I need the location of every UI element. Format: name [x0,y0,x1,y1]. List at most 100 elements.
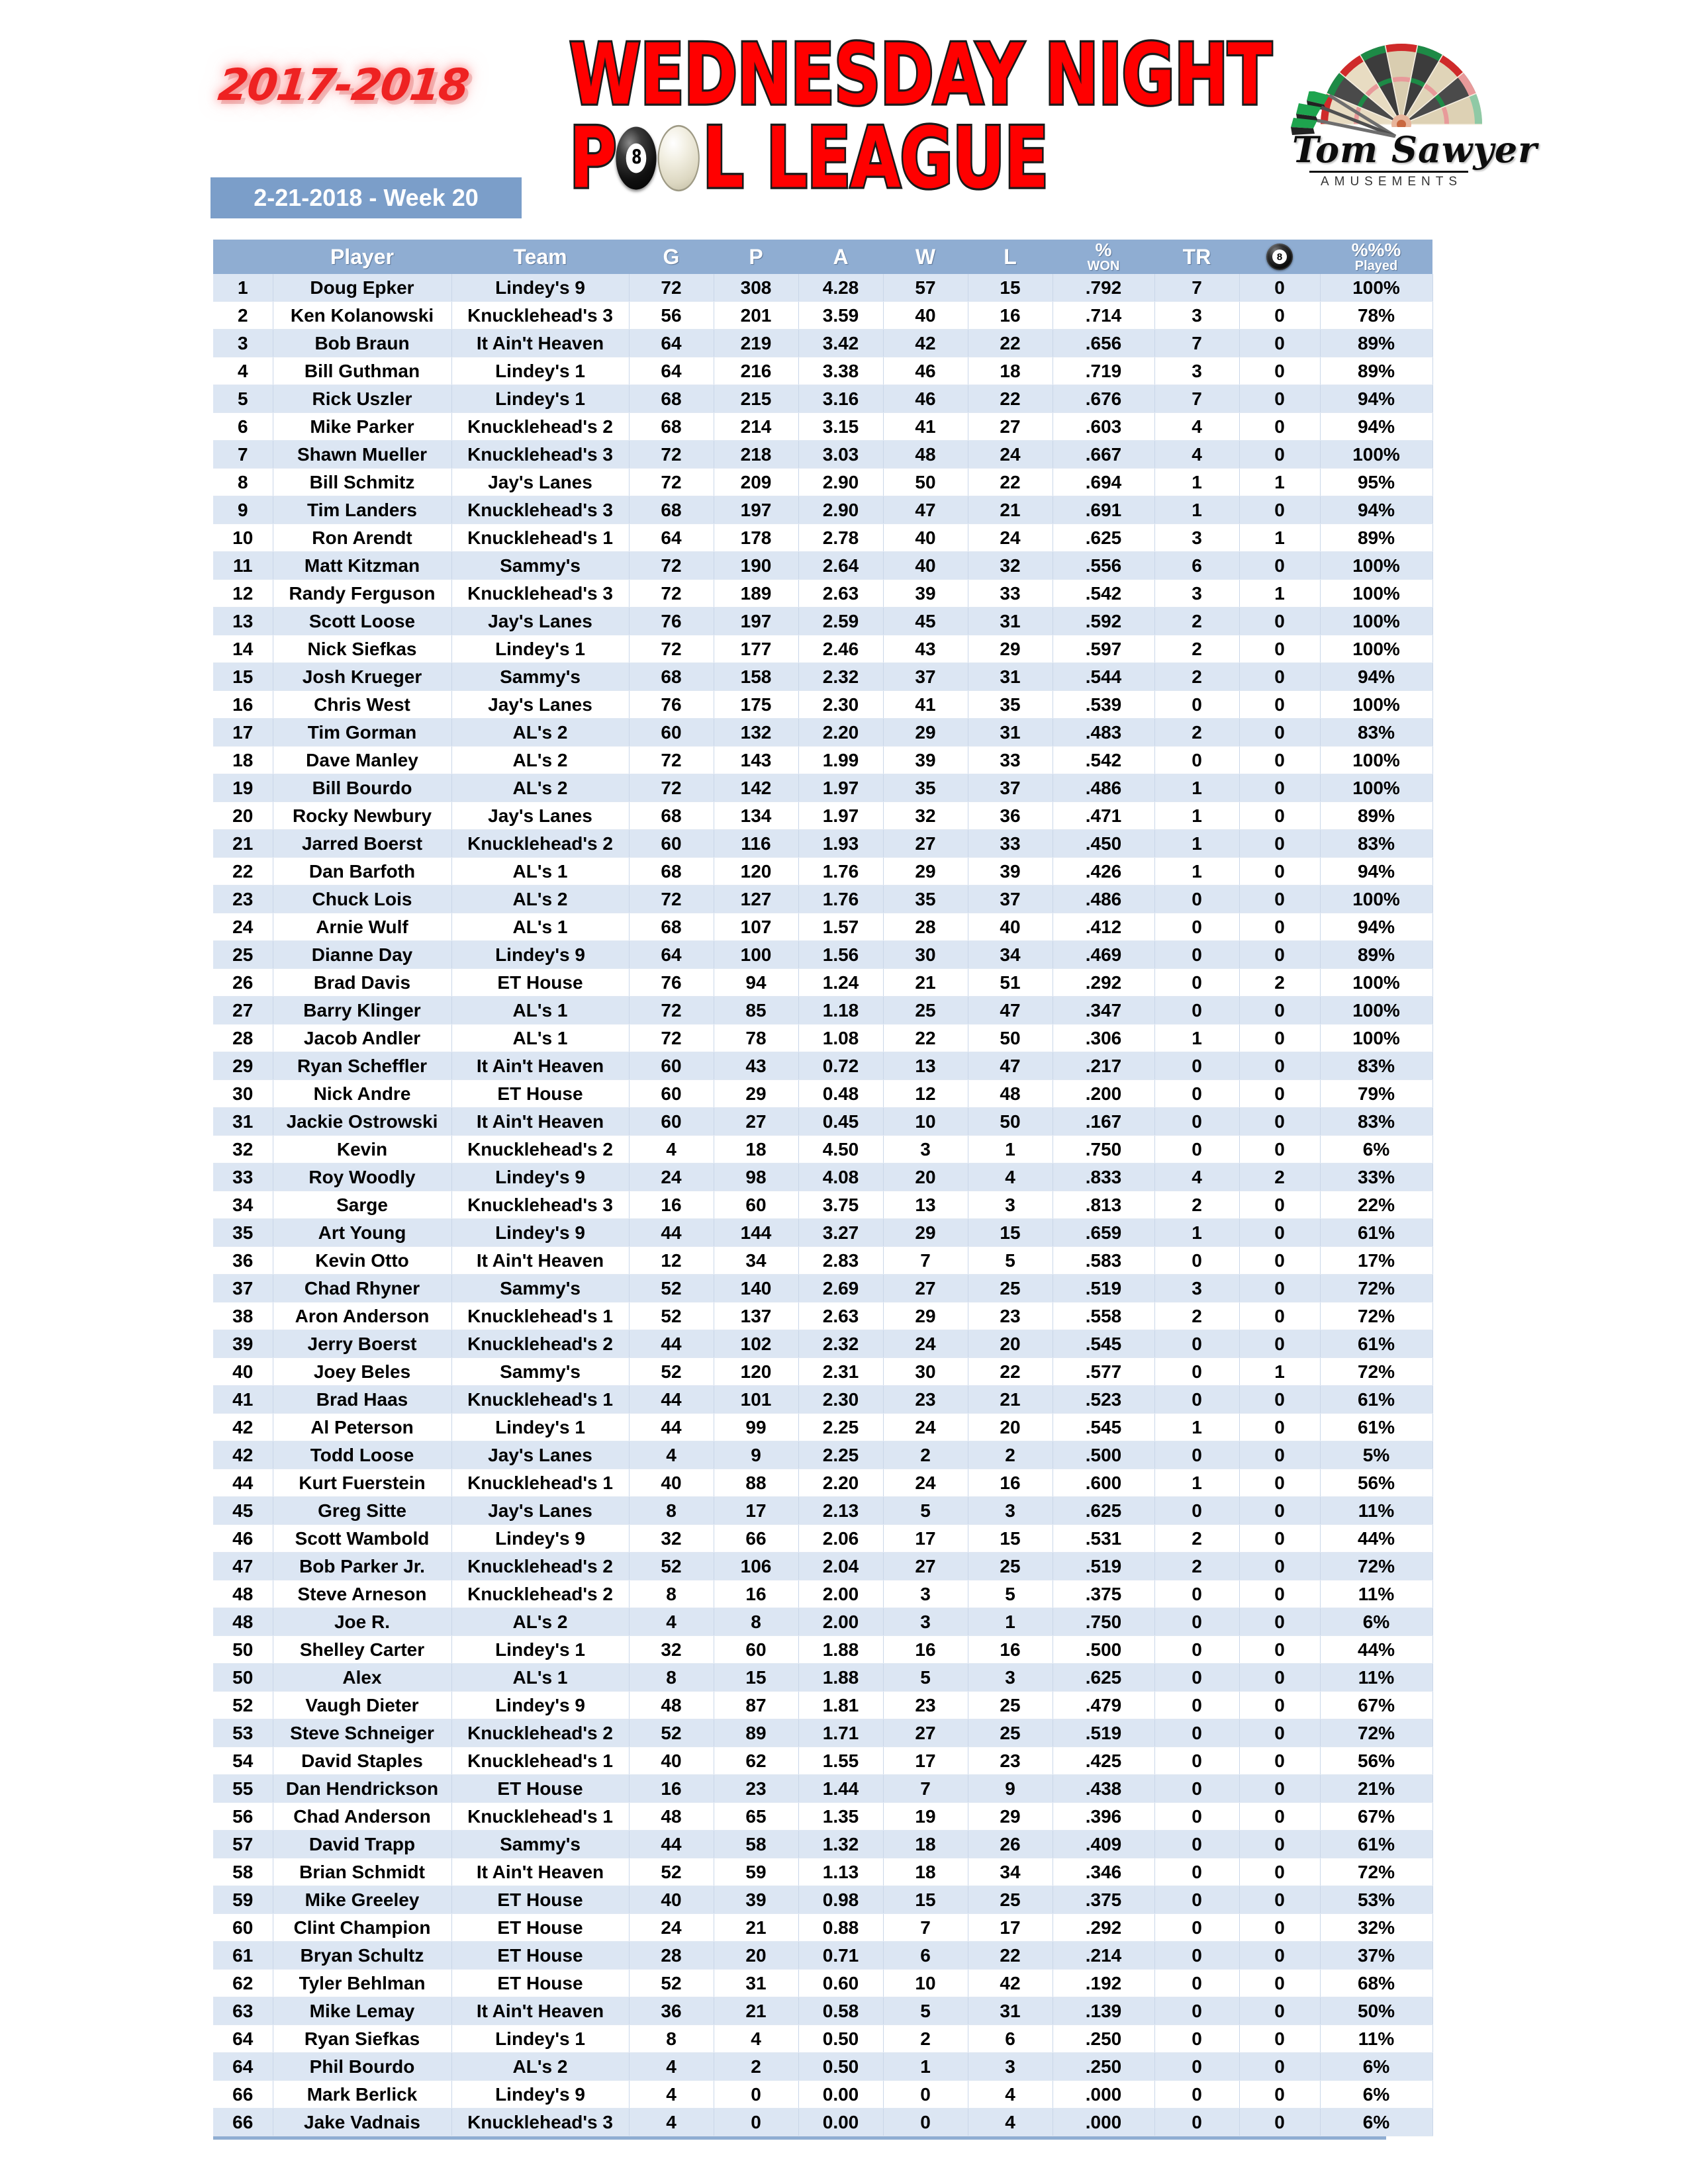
table-row[interactable]: 35 Art Young Lindey's 9 44 144 3.27 29 15.659 1 0… [213,1218,1433,1247]
table-row[interactable]: 41 Brad Haas Knucklehead's 1 44 101 2.30 23 21.… [213,1385,1433,1414]
col-header-eight-ball[interactable] [1239,240,1320,274]
table-row[interactable]: 23 Chuck Lois AL's 2 72 127 1.76 35 37.486 0 0 100… [213,885,1433,913]
table-row[interactable]: 18 Dave Manley AL's 2 72 143 1.99 39 33.542 0 0 10… [213,746,1433,774]
table-row[interactable]: 62 Tyler Behlman ET House 52 31 0.60 10 42.192 0… [213,1969,1433,1997]
table-row[interactable]: 16 Chris West Jay's Lanes 76 175 2.30 41 35.539… [213,690,1433,719]
table-row[interactable]: 54 David Staples Knucklehead's 1 40 62 1.55 17… [213,1747,1433,1775]
col-header-percent-won[interactable]: % WON [1053,240,1154,274]
table-row[interactable]: 45 Greg Sitte Jay's Lanes 8 17 2.13 5 3.625 0 0 11… [213,1496,1433,1525]
cell-games: 52 [629,1552,714,1580]
table-row[interactable]: 12 Randy Ferguson Knucklehead's 3 72 189 2.63… [213,579,1433,608]
col-header-wins[interactable]: W [883,240,968,274]
table-row[interactable]: 27 Barry Klinger AL's 1 72 85 1.18 25 47.347 0 0 1… [213,996,1433,1024]
table-row[interactable]: 25 Dianne Day Lindey's 9 64 100 1.56 30 34.469 0… [213,940,1433,969]
table-row[interactable]: 64 Phil Bourdo AL's 2 4 2 0.50 1 3.250 0 0 6% [213,2052,1433,2081]
table-row[interactable]: 42 Al Peterson Lindey's 1 44 99 2.25 24 20.545 1… [213,1413,1433,1441]
table-row[interactable]: 17 Tim Gorman AL's 2 60 132 2.20 29 31.483 2 0 83% [213,718,1433,747]
cell-points: 39 [714,1886,799,1914]
col-header-games[interactable]: G [629,240,714,274]
table-row[interactable]: 59 Mike Greeley ET House 40 39 0.98 15 25.375 0 0… [213,1886,1433,1914]
cell-percent-won: .200 [1053,1079,1155,1108]
table-row[interactable]: 38 Aron Anderson Knucklehead's 1 52 137 2.63 2… [213,1302,1433,1330]
col-header-team[interactable]: Team [451,240,629,274]
table-row[interactable]: 66 Mark Berlick Lindey's 9 4 0 0.00 0 4.000 0 0 6% [213,2080,1433,2109]
table-row[interactable]: 7 Shawn Mueller Knucklehead's 3 72 218 3.03 48… [213,440,1433,469]
cell-points: 27 [714,1107,799,1136]
table-row[interactable]: 60 Clint Champion ET House 24 21 0.88 7 17.292 0… [213,1913,1433,1942]
title-letter-p: P [567,109,618,208]
table-row[interactable]: 19 Bill Bourdo AL's 2 72 142 1.97 35 37.486 1 0 10… [213,774,1433,802]
table-row[interactable]: 10 Ron Arendt Knucklehead's 1 64 178 2.78 40 24… [213,523,1433,552]
table-row[interactable]: 2 Ken Kolanowski Knucklehead's 3 56 201 3.59 4… [213,301,1433,330]
cell-average: 0.98 [798,1886,884,1914]
table-row[interactable]: 5 Rick Uszler Lindey's 1 68 215 3.16 46 22.676 7… [213,385,1433,413]
table-row[interactable]: 57 David Trapp Sammy's 44 58 1.32 18 26.409 0 0 61… [213,1830,1433,1858]
table-row[interactable]: 48 Steve Arneson Knucklehead's 2 8 16 2.00 3 5.… [213,1580,1433,1608]
cell-player: Randy Ferguson [273,579,452,608]
table-row[interactable]: 58 Brian Schmidt It Ain't Heaven 52 59 1.13 18… [213,1858,1433,1886]
table-row[interactable]: 63 Mike Lemay It Ain't Heaven 36 21 0.58 5 31.1… [213,1997,1433,2025]
table-row[interactable]: 28 Jacob Andler AL's 1 72 78 1.08 22 50.306 1 0 10… [213,1024,1433,1052]
table-row[interactable]: 61 Bryan Schultz ET House 28 20 0.71 6 22.214 0 0… [213,1941,1433,1970]
cell-average: 3.38 [798,357,884,385]
col-header-table-runs[interactable]: TR [1154,240,1239,274]
table-row[interactable]: 56 Chad Anderson Knucklehead's 1 48 65 1.35 19… [213,1802,1433,1831]
table-row[interactable]: 48 Joe R. AL's 2 4 8 2.00 3 1.750 0 0 6% [213,1608,1433,1636]
cell-average: 0.71 [798,1941,884,1970]
col-header-player[interactable]: Player [273,240,451,274]
table-row[interactable]: 64 Ryan Siefkas Lindey's 1 8 4 0.50 2 6.250 0 0 11… [213,2025,1433,2053]
table-row[interactable]: 11 Matt Kitzman Sammy's 72 190 2.64 40 32.556 6 0… [213,551,1433,580]
cell-losses: 3 [968,1663,1053,1692]
cell-eight-ball-count: 0 [1239,607,1321,635]
cell-percent-played: 5% [1320,1441,1433,1469]
table-row[interactable]: 15 Josh Krueger Sammy's 68 158 2.32 37 31.544 2 0… [213,662,1433,691]
cell-eight-ball-count: 0 [1239,1413,1321,1441]
cell-table-runs: 0 [1154,1858,1240,1886]
table-row[interactable]: 4 Bill Guthman Lindey's 1 64 216 3.38 46 18.719… [213,357,1433,385]
table-row[interactable]: 8 Bill Schmitz Jay's Lanes 72 209 2.90 50 22.69… [213,468,1433,496]
table-row[interactable]: 20 Rocky Newbury Jay's Lanes 68 134 1.97 32 36.… [213,801,1433,830]
table-row[interactable]: 55 Dan Hendrickson ET House 16 23 1.44 7 9.438 0… [213,1774,1433,1803]
table-row[interactable]: 22 Dan Barfoth AL's 1 68 120 1.76 29 39.426 1 0 94… [213,857,1433,886]
eight-ball-icon [616,127,657,191]
table-row[interactable]: 37 Chad Rhyner Sammy's 52 140 2.69 27 25.519 3 0 7… [213,1274,1433,1302]
table-row[interactable]: 36 Kevin Otto It Ain't Heaven 12 34 2.83 7 5.58… [213,1246,1433,1275]
table-row[interactable]: 1 Doug Epker Lindey's 9 72 308 4.28 57 15.792 7 0… [213,274,1433,302]
table-row[interactable]: 53 Steve Schneiger Knucklehead's 2 52 89 1.71… [213,1719,1433,1747]
table-row[interactable]: 47 Bob Parker Jr. Knucklehead's 2 52 106 2.04… [213,1552,1433,1580]
table-row[interactable]: 33 Roy Woodly Lindey's 9 24 98 4.08 20 4.833 4 2 3… [213,1163,1433,1191]
table-row[interactable]: 21 Jarred Boerst Knucklehead's 2 60 116 1.93 2… [213,829,1433,858]
table-row[interactable]: 9 Tim Landers Knucklehead's 3 68 197 2.90 47 21… [213,496,1433,524]
table-row[interactable]: 14 Nick Siefkas Lindey's 1 72 177 2.46 43 29.59… [213,635,1433,663]
table-row[interactable]: 52 Vaugh Dieter Lindey's 9 48 87 1.81 23 25.479… [213,1691,1433,1719]
table-row[interactable]: 42 Todd Loose Jay's Lanes 4 9 2.25 2 2.500 0 0 5% [213,1441,1433,1469]
table-row[interactable]: 29 Ryan Scheffler It Ain't Heaven 60 43 0.72 1… [213,1052,1433,1080]
table-row[interactable]: 44 Kurt Fuerstein Knucklehead's 1 40 88 2.20 2… [213,1469,1433,1497]
col-header-losses[interactable]: L [968,240,1053,274]
table-row[interactable]: 13 Scott Loose Jay's Lanes 76 197 2.59 45 31.59… [213,607,1433,635]
col-header-percent-played[interactable]: %%% Played [1320,240,1432,274]
cell-rank: 57 [213,1830,273,1858]
cell-games: 68 [629,913,714,941]
table-row[interactable]: 26 Brad Davis ET House 76 94 1.24 21 51.292 0 2 10… [213,968,1433,997]
cell-team: Knucklehead's 2 [451,1719,630,1747]
table-row[interactable]: 32 Kevin Knucklehead's 2 4 18 4.50 3 1.750 0 0 6% [213,1135,1433,1163]
table-row[interactable]: 66 Jake Vadnais Knucklehead's 3 4 0 0.00 0 4.00… [213,2108,1433,2136]
table-row[interactable]: 50 Alex AL's 1 8 15 1.88 5 3.625 0 0 11% [213,1663,1433,1692]
table-row[interactable]: 34 Sarge Knucklehead's 3 16 60 3.75 13 3.813 2 0 2… [213,1191,1433,1219]
cell-games: 4 [629,2108,714,2136]
col-header-average[interactable]: A [798,240,883,274]
col-header-rank[interactable] [213,240,273,274]
table-row[interactable]: 40 Joey Beles Sammy's 52 120 2.31 30 22.577 0 1 72… [213,1357,1433,1386]
col-header-points[interactable]: P [714,240,798,274]
cell-percent-won: .192 [1053,1969,1155,1997]
table-row[interactable]: 31 Jackie Ostrowski It Ain't Heaven 60 27 0.4… [213,1107,1433,1136]
table-row[interactable]: 30 Nick Andre ET House 60 29 0.48 12 48.200 0 0 79… [213,1079,1433,1108]
percent-played-symbol: %%% [1351,240,1401,260]
table-row[interactable]: 39 Jerry Boerst Knucklehead's 2 44 102 2.32 24… [213,1330,1433,1358]
table-row[interactable]: 6 Mike Parker Knucklehead's 2 68 214 3.15 41 27… [213,412,1433,441]
table-row[interactable]: 3 Bob Braun It Ain't Heaven 64 219 3.42 42 22.6… [213,329,1433,357]
table-row[interactable]: 46 Scott Wambold Lindey's 9 32 66 2.06 17 15.53… [213,1524,1433,1553]
table-row[interactable]: 24 Arnie Wulf AL's 1 68 107 1.57 28 40.412 0 0 94% [213,913,1433,941]
table-row[interactable]: 50 Shelley Carter Lindey's 1 32 60 1.88 16 16.5… [213,1635,1433,1664]
